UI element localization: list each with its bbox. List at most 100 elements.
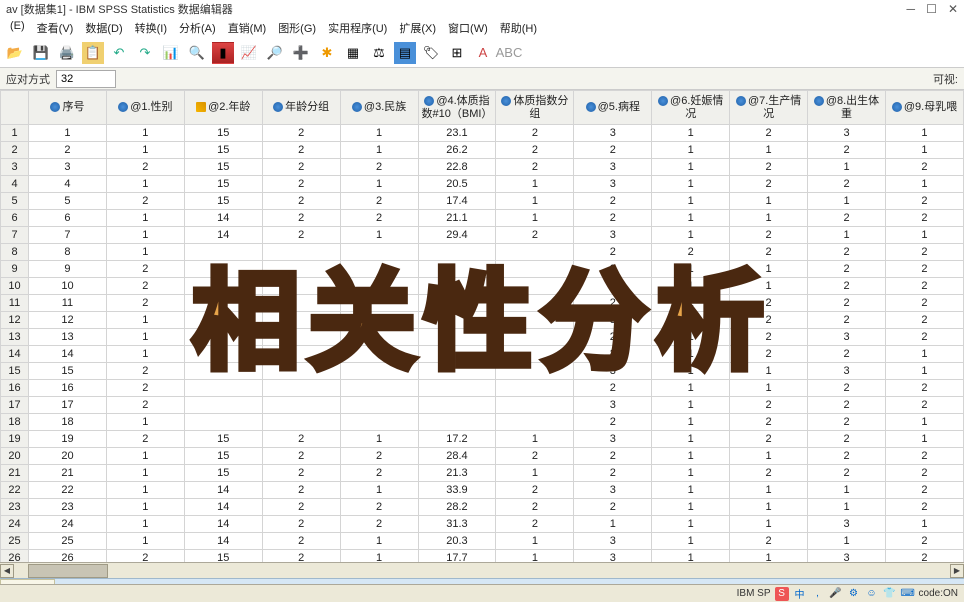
data-cell[interactable]: 2 [106, 397, 184, 414]
data-cell[interactable]: 2 [574, 499, 652, 516]
data-cell[interactable]: 1 [652, 431, 730, 448]
row-number[interactable]: 18 [1, 414, 29, 431]
data-cell[interactable]: 1 [652, 448, 730, 465]
data-cell[interactable]: 1 [340, 176, 418, 193]
data-cell[interactable] [184, 363, 262, 380]
data-cell[interactable]: 2 [808, 397, 886, 414]
data-cell[interactable]: 1 [106, 227, 184, 244]
data-cell[interactable]: 2 [808, 261, 886, 278]
ime-skin-icon[interactable]: 👕 [883, 587, 897, 601]
data-cell[interactable]: 33.9 [418, 482, 496, 499]
data-cell[interactable]: 21 [29, 465, 107, 482]
data-cell[interactable]: 2 [808, 176, 886, 193]
data-cell[interactable]: 17.7 [418, 550, 496, 563]
table-row[interactable]: 332152222.8231212 [1, 159, 964, 176]
data-cell[interactable]: 3 [574, 533, 652, 550]
value-labels-icon[interactable]: 🏷 [420, 42, 442, 64]
scroll-left-button[interactable]: ◀ [0, 564, 14, 578]
table-row[interactable]: 1111221222 [1, 295, 964, 312]
close-button[interactable]: ✕ [948, 2, 958, 16]
redo-icon[interactable]: ↷ [134, 42, 156, 64]
select-icon[interactable]: ▤ [394, 42, 416, 64]
data-cell[interactable]: 2 [885, 329, 963, 346]
table-row[interactable]: 23231142228.2221112 [1, 499, 964, 516]
data-cell[interactable] [262, 346, 340, 363]
variables-icon[interactable]: ▮ [212, 42, 234, 64]
data-grid[interactable]: 序号@1.性别@2.年龄年龄分组@3.民族@4.体质指数#10（BMI）体质指数… [0, 90, 964, 562]
data-cell[interactable]: 3 [574, 550, 652, 563]
data-cell[interactable]: 1 [730, 482, 808, 499]
data-cell[interactable] [184, 261, 262, 278]
data-cell[interactable] [340, 380, 418, 397]
data-cell[interactable]: 2 [885, 397, 963, 414]
data-cell[interactable]: 2 [262, 499, 340, 516]
goto-case-icon[interactable]: 📊 [160, 42, 182, 64]
data-cell[interactable] [418, 312, 496, 329]
data-cell[interactable]: 2 [730, 346, 808, 363]
data-cell[interactable]: 3 [808, 329, 886, 346]
data-cell[interactable]: 1 [808, 193, 886, 210]
table-row[interactable]: 1414121221 [1, 346, 964, 363]
data-cell[interactable]: 2 [106, 193, 184, 210]
table-row[interactable]: 1515231131 [1, 363, 964, 380]
data-cell[interactable]: 23.1 [418, 125, 496, 142]
ime-settings-icon[interactable]: ⚙ [847, 587, 861, 601]
column-header[interactable]: @3.民族 [340, 91, 418, 125]
data-cell[interactable]: 1 [496, 550, 574, 563]
data-cell[interactable]: 14 [184, 210, 262, 227]
data-cell[interactable]: 2 [808, 448, 886, 465]
data-cell[interactable] [340, 312, 418, 329]
data-cell[interactable]: 1 [106, 329, 184, 346]
menu-item[interactable]: 窗口(W) [442, 18, 494, 38]
data-cell[interactable]: 31.3 [418, 516, 496, 533]
data-cell[interactable]: 2 [262, 482, 340, 499]
data-cell[interactable]: 1 [496, 465, 574, 482]
data-cell[interactable]: 3 [574, 227, 652, 244]
row-number[interactable]: 7 [1, 227, 29, 244]
data-cell[interactable] [496, 346, 574, 363]
data-cell[interactable]: 1 [730, 278, 808, 295]
data-cell[interactable]: 2 [652, 244, 730, 261]
data-cell[interactable] [418, 278, 496, 295]
data-cell[interactable] [496, 363, 574, 380]
table-row[interactable]: 25251142120.3131212 [1, 533, 964, 550]
column-header[interactable]: @7.生产情况 [730, 91, 808, 125]
data-cell[interactable] [340, 261, 418, 278]
data-cell[interactable] [262, 380, 340, 397]
data-cell[interactable]: 1 [730, 516, 808, 533]
goto-var-icon[interactable]: 🔍 [186, 42, 208, 64]
data-cell[interactable]: 2 [885, 210, 963, 227]
data-cell[interactable]: 2 [808, 210, 886, 227]
data-cell[interactable]: 1 [340, 533, 418, 550]
table-row[interactable]: 441152120.5131221 [1, 176, 964, 193]
data-cell[interactable]: 1 [340, 550, 418, 563]
data-cell[interactable]: 1 [885, 516, 963, 533]
data-cell[interactable]: 2 [262, 533, 340, 550]
data-cell[interactable]: 2 [808, 312, 886, 329]
data-cell[interactable]: 1 [106, 312, 184, 329]
data-cell[interactable]: 1 [652, 550, 730, 563]
data-cell[interactable]: 2 [574, 465, 652, 482]
data-cell[interactable]: 3 [29, 159, 107, 176]
data-cell[interactable] [496, 261, 574, 278]
data-cell[interactable]: 2 [574, 414, 652, 431]
column-header[interactable]: 体质指数分组 [496, 91, 574, 125]
data-cell[interactable]: 1 [496, 431, 574, 448]
data-cell[interactable]: 20.3 [418, 533, 496, 550]
data-cell[interactable]: 2 [808, 414, 886, 431]
data-cell[interactable]: 1 [652, 278, 730, 295]
data-cell[interactable]: 3 [574, 431, 652, 448]
data-cell[interactable]: 2 [808, 295, 886, 312]
menu-item[interactable]: 直销(M) [222, 18, 273, 38]
data-cell[interactable]: 28.2 [418, 499, 496, 516]
data-cell[interactable] [184, 414, 262, 431]
data-cell[interactable]: 2 [496, 142, 574, 159]
data-cell[interactable]: 2 [340, 516, 418, 533]
data-cell[interactable] [184, 380, 262, 397]
menu-item[interactable]: (E) [4, 18, 31, 38]
data-cell[interactable]: 2 [885, 159, 963, 176]
data-cell[interactable]: 2 [574, 142, 652, 159]
data-cell[interactable]: 1 [730, 193, 808, 210]
data-cell[interactable]: 1 [652, 533, 730, 550]
ime-punct-icon[interactable]: , [811, 587, 825, 601]
